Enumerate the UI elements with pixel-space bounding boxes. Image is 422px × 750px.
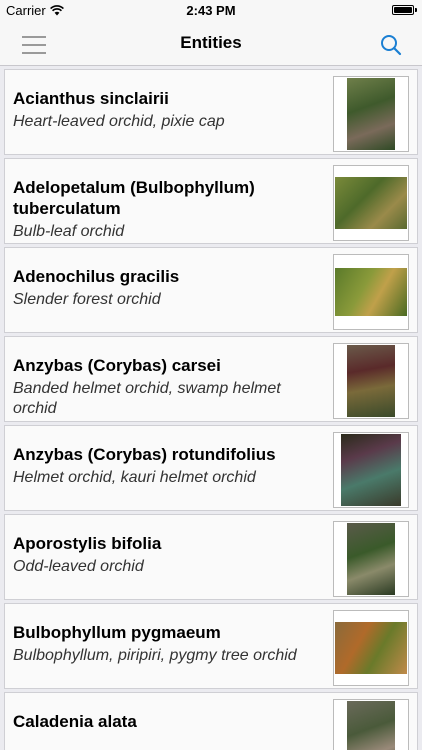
entity-text: Acianthus sinclairii Heart-leaved orchid,… <box>13 88 321 132</box>
entity-text: Adenochilus gracilis Slender forest orchi… <box>13 266 321 310</box>
orchid-photo-icon <box>347 523 395 595</box>
entity-thumbnail <box>333 254 409 330</box>
entity-name: Acianthus sinclairii <box>13 89 169 108</box>
status-time: 2:43 PM <box>186 3 236 18</box>
entity-thumbnail <box>333 699 409 750</box>
battery-icon <box>392 5 417 15</box>
entity-text: Anzybas (Corybas) carsei Banded helmet or… <box>13 355 321 419</box>
entity-row[interactable]: Adelopetalum (Bulbophyllum) tuberculatum… <box>4 158 418 244</box>
orchid-photo-icon <box>335 268 407 316</box>
navigation-bar: Entities <box>0 22 422 66</box>
entity-thumbnail <box>333 432 409 508</box>
entity-row[interactable]: Aporostylis bifolia Odd-leaved orchid <box>4 514 418 600</box>
entity-row[interactable]: Acianthus sinclairii Heart-leaved orchid,… <box>4 69 418 155</box>
search-icon[interactable] <box>378 32 404 58</box>
entity-common-name: Banded helmet orchid, swamp helmet orchi… <box>13 380 281 417</box>
entity-text: Anzybas (Corybas) rotundifolius Helmet or… <box>13 444 321 488</box>
page-title: Entities <box>180 33 242 52</box>
status-bar: Carrier 2:43 PM <box>0 0 422 22</box>
entity-common-name: Bulbophyllum, piripiri, pygmy tree orchi… <box>13 647 297 664</box>
screen: Carrier 2:43 PM Entities Acianthus sincl… <box>0 0 422 750</box>
entity-text: Caladenia alata <box>13 711 321 735</box>
entity-row[interactable]: Caladenia alata <box>4 692 418 750</box>
entity-name: Aporostylis bifolia <box>13 534 162 553</box>
entity-name: Adenochilus gracilis <box>13 267 180 286</box>
entity-text: Bulbophyllum pygmaeum Bulbophyllum, pirip… <box>13 622 321 666</box>
orchid-photo-icon <box>335 177 407 229</box>
entity-row[interactable]: Bulbophyllum pygmaeum Bulbophyllum, pirip… <box>4 603 418 689</box>
orchid-photo-icon <box>341 434 401 506</box>
entity-common-name: Bulb-leaf orchid <box>13 223 125 240</box>
entity-name: Anzybas (Corybas) rotundifolius <box>13 445 276 464</box>
orchid-photo-icon <box>347 345 395 417</box>
orchid-photo-icon <box>335 622 407 674</box>
entity-thumbnail <box>333 343 409 419</box>
orchid-photo-icon <box>347 78 395 150</box>
entity-thumbnail <box>333 76 409 152</box>
entity-common-name: Slender forest orchid <box>13 291 161 308</box>
entity-name: Adelopetalum (Bulbophyllum) tuberculatum <box>13 178 255 218</box>
entity-name: Bulbophyllum pygmaeum <box>13 623 221 642</box>
entity-row[interactable]: Anzybas (Corybas) carsei Banded helmet or… <box>4 336 418 422</box>
entity-thumbnail <box>333 521 409 597</box>
entity-text: Adelopetalum (Bulbophyllum) tuberculatum… <box>13 177 321 242</box>
entity-common-name: Helmet orchid, kauri helmet orchid <box>13 469 256 486</box>
entity-thumbnail <box>333 610 409 686</box>
entity-common-name: Odd-leaved orchid <box>13 558 144 575</box>
entity-common-name: Heart-leaved orchid, pixie cap <box>13 113 225 130</box>
entity-text: Aporostylis bifolia Odd-leaved orchid <box>13 533 321 577</box>
entity-row[interactable]: Anzybas (Corybas) rotundifolius Helmet or… <box>4 425 418 511</box>
entity-thumbnail <box>333 165 409 241</box>
entity-name: Anzybas (Corybas) carsei <box>13 356 221 375</box>
entity-list: Acianthus sinclairii Heart-leaved orchid,… <box>0 66 422 750</box>
orchid-photo-icon <box>347 701 395 750</box>
entity-name: Caladenia alata <box>13 712 137 731</box>
entity-row[interactable]: Adenochilus gracilis Slender forest orchi… <box>4 247 418 333</box>
